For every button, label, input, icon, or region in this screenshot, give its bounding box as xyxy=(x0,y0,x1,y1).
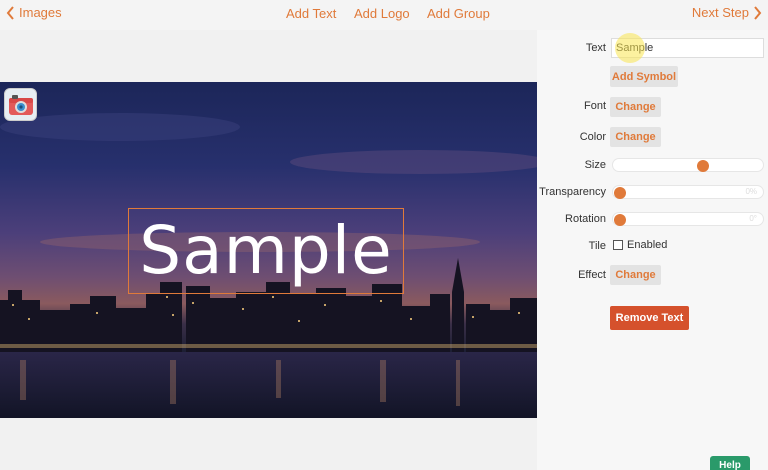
tile-enabled-checkbox[interactable] xyxy=(613,240,623,250)
font-label: Font xyxy=(583,100,606,112)
transparency-label: Transparency xyxy=(539,186,606,198)
camera-button[interactable] xyxy=(4,88,37,121)
size-label: Size xyxy=(584,159,606,171)
back-to-images-link[interactable]: Images xyxy=(6,5,62,20)
rotation-readout: 0° xyxy=(749,214,757,223)
color-change-button[interactable]: Change xyxy=(610,127,661,147)
color-label: Color xyxy=(579,131,606,143)
font-change-button[interactable]: Change xyxy=(610,97,661,117)
remove-text-button[interactable]: Remove Text xyxy=(610,306,689,330)
tile-label: Tile xyxy=(588,240,606,252)
chevron-left-icon xyxy=(6,5,14,20)
add-symbol-button[interactable]: Add Symbol xyxy=(610,66,678,87)
size-slider[interactable] xyxy=(612,158,764,172)
next-step-link[interactable]: Next Step xyxy=(692,5,762,20)
chevron-right-icon xyxy=(754,5,762,20)
tile-enabled-label: Enabled xyxy=(627,239,668,251)
add-logo-link[interactable]: Add Logo xyxy=(354,6,410,21)
transparency-slider[interactable]: 0% xyxy=(612,185,764,199)
text-overlay-box[interactable]: Sample xyxy=(128,208,404,294)
text-overlay: Sample xyxy=(139,212,393,289)
size-slider-thumb[interactable] xyxy=(696,160,709,172)
rotation-label: Rotation xyxy=(565,213,606,225)
text-settings-panel: Text Add Symbol Font Change Color Change… xyxy=(537,30,768,470)
back-label: Images xyxy=(19,5,62,20)
rotation-slider[interactable]: 0° xyxy=(612,212,764,226)
help-button[interactable]: Help xyxy=(710,456,750,470)
top-toolbar: Images Add Text Add Logo Add Group Next … xyxy=(0,0,768,30)
text-label: Text xyxy=(585,42,606,54)
text-input[interactable] xyxy=(611,38,764,58)
tile-option[interactable]: Enabled xyxy=(613,239,667,251)
image-canvas[interactable]: Sample xyxy=(0,82,537,418)
effect-label: Effect xyxy=(578,269,606,281)
rotation-slider-thumb[interactable] xyxy=(614,214,626,226)
transparency-readout: 0% xyxy=(745,187,757,196)
transparency-slider-thumb[interactable] xyxy=(614,187,626,199)
effect-change-button[interactable]: Change xyxy=(610,265,661,285)
next-label: Next Step xyxy=(691,5,749,20)
add-text-link[interactable]: Add Text xyxy=(286,6,336,21)
add-group-link[interactable]: Add Group xyxy=(427,6,490,21)
camera-icon xyxy=(8,94,33,115)
